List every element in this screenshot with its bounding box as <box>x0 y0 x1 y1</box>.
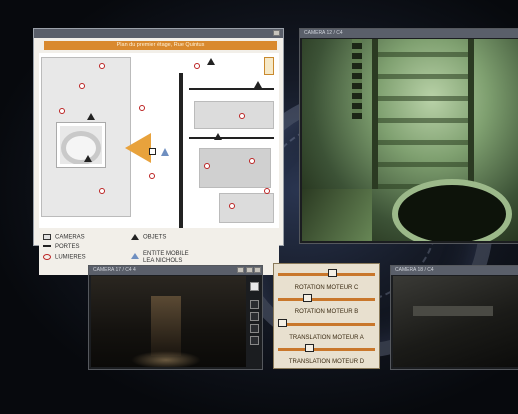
map-room <box>219 193 274 223</box>
maximize-icon[interactable] <box>246 267 253 273</box>
hatch-rim <box>302 189 372 241</box>
camera-br-title: CAMERA 18 / C4 <box>395 267 434 273</box>
legend-cameras: CAMERAS <box>43 234 85 241</box>
label-translation-d: TRANSLATION MOTEUR D <box>288 359 365 365</box>
map-wall <box>189 88 274 90</box>
camera-icon <box>43 234 51 240</box>
light-icon <box>43 254 51 260</box>
slider-rotation-c[interactable] <box>278 269 375 277</box>
camera-bl-title: CAMERA 17 / C4 4 <box>93 267 136 273</box>
mobile-entity-marker[interactable] <box>161 148 169 156</box>
camera-tool-1[interactable] <box>250 300 259 309</box>
light-marker[interactable] <box>99 63 105 69</box>
light-marker[interactable] <box>249 158 255 164</box>
camera-window-bottom-left[interactable]: CAMERA 17 / C4 4 <box>88 265 263 370</box>
camera-top-title: CAMERA 12 / C4 <box>304 30 343 36</box>
minimize-icon[interactable] <box>237 267 244 273</box>
legend-entite-line2: LEA NICHOLS <box>143 258 183 264</box>
door-icon <box>43 245 51 248</box>
map-room <box>194 101 274 129</box>
camera-tool-white[interactable] <box>250 282 259 291</box>
slider-knob[interactable] <box>328 269 337 277</box>
camera-br-feed <box>393 276 518 367</box>
light-marker[interactable] <box>149 173 155 179</box>
map-title: Plan du premier étage, Rue Quintus <box>44 41 277 50</box>
chain <box>352 39 362 119</box>
slider-knob[interactable] <box>305 344 314 352</box>
camera-br-titlebar[interactable]: CAMERA 18 / C4 <box>391 266 518 275</box>
slider-translation-a[interactable] <box>278 319 375 327</box>
legend-portes-label: PORTES <box>55 244 80 250</box>
light-marker[interactable] <box>99 188 105 194</box>
camera-bl-titlebar[interactable]: CAMERA 17 / C4 4 <box>89 266 262 275</box>
light-marker[interactable] <box>229 203 235 209</box>
light-marker[interactable] <box>59 108 65 114</box>
legend-objets: OBJETS <box>131 234 166 241</box>
floor-map[interactable] <box>39 53 279 228</box>
map-wall <box>179 73 183 228</box>
label-rotation-b: ROTATION MOTEUR B <box>294 309 359 315</box>
light-marker[interactable] <box>139 105 145 111</box>
map-wall <box>189 137 274 139</box>
light-marker[interactable] <box>204 163 210 169</box>
light-marker[interactable] <box>79 83 85 89</box>
camera-tool-2[interactable] <box>250 312 259 321</box>
object-marker[interactable] <box>214 133 222 140</box>
label-translation-a: TRANSLATION MOTEUR A <box>289 335 364 341</box>
selection-frame <box>57 123 105 167</box>
light-marker[interactable] <box>239 113 245 119</box>
camera-view-cone <box>125 133 151 163</box>
machinery-cage <box>372 39 474 189</box>
object-marker[interactable] <box>254 81 262 88</box>
map-zoom-tool[interactable] <box>264 57 274 75</box>
object-marker[interactable] <box>84 155 92 162</box>
floor-map-window[interactable]: Plan du premier étage, Rue Quintus CAMER… <box>33 28 284 275</box>
slider-knob[interactable] <box>278 319 287 327</box>
object-icon <box>131 234 139 240</box>
shaft-opening <box>392 179 512 241</box>
camera-top-titlebar[interactable]: CAMERA 12 / C4 <box>300 29 518 38</box>
map-window-titlebar[interactable] <box>34 29 283 38</box>
doorway <box>151 296 181 356</box>
label-rotation-c: ROTATION MOTEUR C <box>294 285 359 291</box>
camera-tool-4[interactable] <box>250 336 259 345</box>
legend-lumieres-label: LUMIERES <box>55 254 86 261</box>
slider-translation-d[interactable] <box>278 344 375 352</box>
camera-bl-feed <box>91 276 246 367</box>
slider-knob[interactable] <box>303 294 312 302</box>
floor-light <box>131 351 201 367</box>
object-marker[interactable] <box>207 58 215 65</box>
map-room <box>199 148 271 188</box>
camera-marker[interactable] <box>149 148 156 155</box>
legend-cameras-label: CAMERAS <box>55 234 85 241</box>
object-marker[interactable] <box>87 113 95 120</box>
camera-top-feed <box>302 39 518 241</box>
camera-window-top[interactable]: CAMERA 12 / C4 <box>299 28 518 244</box>
close-icon[interactable] <box>254 267 261 273</box>
slider-rotation-b[interactable] <box>278 294 375 302</box>
legend-portes: PORTES <box>43 244 80 250</box>
legend-lumieres: LUMIERES <box>43 254 86 261</box>
legend-objets-label: OBJETS <box>143 234 167 241</box>
motor-control-panel[interactable]: ROTATION MOTEUR C ROTATION MOTEUR B TRAN… <box>273 263 380 369</box>
camera-window-bottom-right[interactable]: CAMERA 18 / C4 <box>390 265 518 370</box>
game-screen: Plan du premier étage, Rue Quintus CAMER… <box>0 0 518 414</box>
close-icon[interactable] <box>273 30 280 36</box>
light-marker[interactable] <box>264 188 270 194</box>
pipe <box>413 306 493 316</box>
light-marker[interactable] <box>194 63 200 69</box>
camera-tool-3[interactable] <box>250 324 259 333</box>
mobile-entity-icon <box>131 253 139 259</box>
legend-entite: ENTITE MOBILE LEA NICHOLS <box>131 251 189 265</box>
